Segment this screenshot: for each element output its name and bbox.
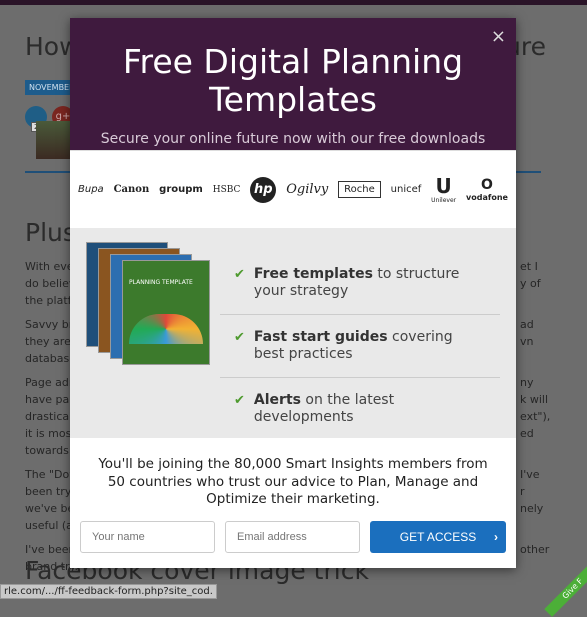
- date-badge: NOVEMBER: [25, 80, 75, 95]
- feature-item: ✔ Fast start guides covering best practic…: [220, 315, 500, 378]
- check-icon: ✔: [234, 393, 245, 408]
- logo-unicef: unicef: [390, 184, 422, 195]
- name-input[interactable]: [80, 521, 215, 553]
- check-icon: ✔: [234, 267, 245, 282]
- article-line: [520, 442, 550, 466]
- article-line: vn: [520, 335, 534, 348]
- article-line: [520, 517, 550, 541]
- status-bar-url: rle.com/.../ff-feedback-form.php?site_co…: [0, 584, 217, 599]
- logo-vodafone: Ovodafone: [466, 177, 508, 202]
- logo-ogilvy: Ogilvy: [286, 182, 329, 197]
- article-line: [520, 558, 550, 575]
- modal-title-line1: Free Digital Planning: [122, 42, 464, 81]
- article-line: nely: [520, 502, 544, 515]
- author-avatar: [36, 121, 72, 159]
- templates-image: PLANNING TEMPLATE: [86, 242, 216, 365]
- book-cover-title: PLANNING TEMPLATE: [129, 279, 193, 286]
- article-line: k will: [520, 393, 549, 406]
- signup-form: GET ACCESS ›: [80, 521, 506, 553]
- logo-roche: Roche: [338, 181, 381, 198]
- logo-bupa: Bupa: [78, 184, 104, 195]
- join-text: You'll be joining the 80,000 Smart Insig…: [98, 456, 488, 507]
- close-icon[interactable]: ×: [491, 26, 506, 47]
- feature-item: ✔ Free templates to structure your strate…: [220, 250, 500, 315]
- article-line: ny: [520, 376, 534, 389]
- client-logos: Bupa Canon groupm HSBC hp Ogilvy Roche u…: [70, 150, 516, 228]
- article-line: ext"),: [520, 410, 551, 423]
- logo-unilever: U Unilever: [431, 173, 457, 204]
- modal-header: × Free Digital Planning Templates Secure …: [70, 18, 516, 150]
- get-access-button[interactable]: GET ACCESS ›: [370, 521, 506, 553]
- logo-canon: Canon: [113, 184, 150, 195]
- article-line: I've: [520, 468, 540, 481]
- article-line: [520, 350, 550, 374]
- email-input[interactable]: [225, 521, 360, 553]
- modal-subtitle: Secure your online future now with our f…: [100, 131, 486, 147]
- article-line: ad: [520, 318, 534, 331]
- logo-groupm: groupm: [159, 184, 203, 195]
- features-list: ✔ Free templates to structure your strate…: [220, 250, 500, 440]
- feedback-tab[interactable]: Give F: [544, 560, 587, 617]
- article-line: ed: [520, 427, 534, 440]
- article-line: other: [520, 543, 550, 556]
- check-icon: ✔: [234, 330, 245, 345]
- article-line: y of: [520, 277, 541, 290]
- article-line: r: [520, 485, 525, 498]
- feature-item: ✔ Alerts on the latest developments: [234, 392, 395, 425]
- logo-hp: hp: [250, 176, 277, 203]
- top-bar: [0, 0, 587, 5]
- chevron-right-icon: ›: [494, 530, 498, 544]
- features-section: PLANNING TEMPLATE ✔ Free templates to str…: [70, 228, 516, 438]
- article-text-right: et I y of ad vn ny k will ext"), ed I've r nely oth…: [520, 258, 550, 575]
- article-line: et I: [520, 260, 538, 273]
- button-label: GET ACCESS: [399, 530, 477, 544]
- logo-hsbc: HSBC: [212, 184, 241, 195]
- signup-modal: × Free Digital Planning Templates Secure …: [70, 18, 516, 568]
- article-line: [520, 292, 550, 316]
- section-heading: Plus: [25, 218, 76, 247]
- modal-title-line2: Templates: [209, 80, 377, 119]
